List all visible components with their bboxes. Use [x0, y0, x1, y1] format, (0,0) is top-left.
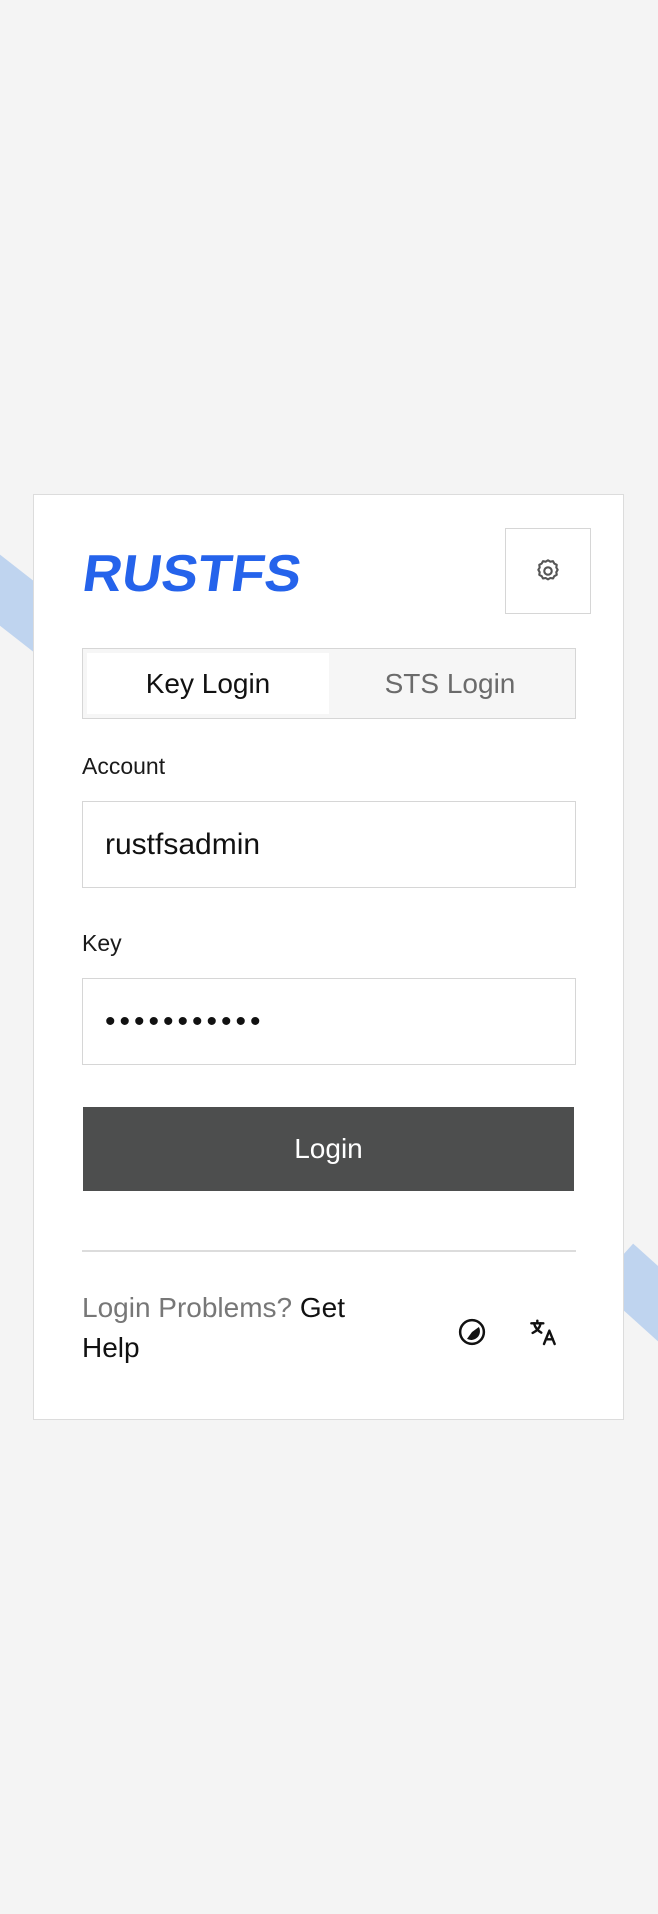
login-card: RUSTFS Key Login STS Login Account Key L…: [33, 494, 624, 1420]
gear-icon: [537, 559, 559, 581]
tab-sts-login[interactable]: STS Login: [329, 653, 571, 714]
tab-key-login[interactable]: Key Login: [87, 653, 329, 714]
divider: [82, 1250, 576, 1252]
translate-icon: [530, 1319, 556, 1346]
key-input[interactable]: [82, 978, 576, 1065]
settings-button[interactable]: [505, 528, 591, 614]
login-help: Login Problems? Get Help: [82, 1288, 382, 1368]
account-input[interactable]: [82, 801, 576, 888]
login-page: RUSTFS Key Login STS Login Account Key L…: [0, 0, 658, 1914]
theme-toggle-icon: [458, 1318, 486, 1346]
login-problems-text: Login Problems?: [82, 1292, 293, 1323]
language-button[interactable]: [524, 1312, 564, 1352]
rustfs-logo: RUSTFS: [81, 547, 305, 597]
theme-toggle-button[interactable]: [452, 1312, 492, 1352]
login-button[interactable]: Login: [83, 1107, 574, 1191]
login-mode-tabs: Key Login STS Login: [82, 648, 576, 719]
key-label: Key: [82, 930, 122, 956]
account-label: Account: [82, 753, 166, 779]
logo-text: RUSTFS: [81, 547, 305, 597]
